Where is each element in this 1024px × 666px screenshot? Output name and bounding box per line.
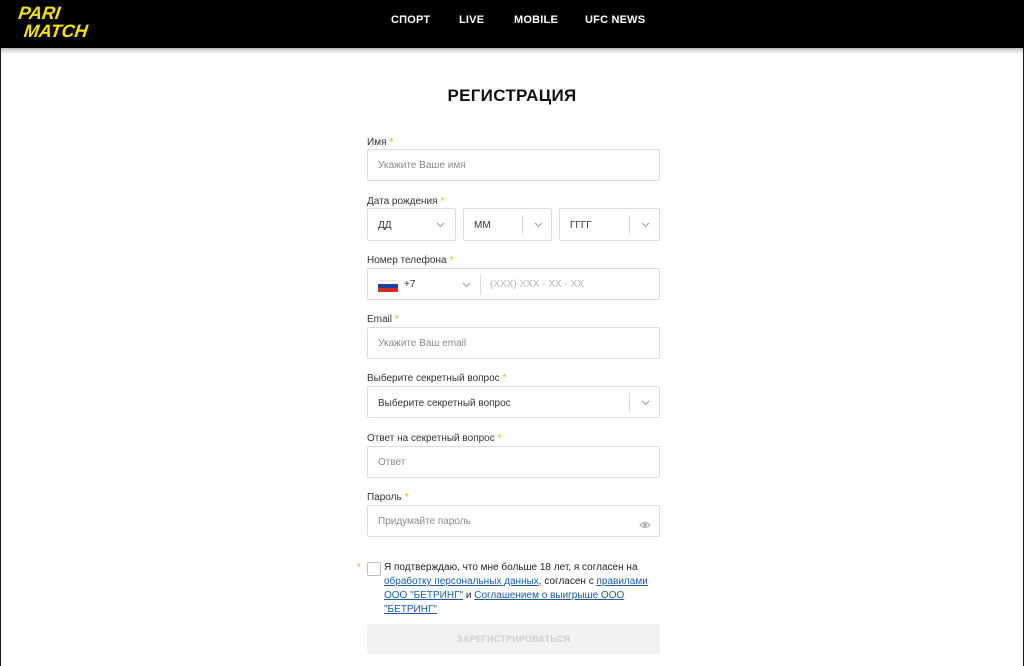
register-button[interactable]: ЗАРЕГИСТРИРОВАТЬСЯ bbox=[367, 624, 660, 654]
parimatch-logo[interactable]: PARI MATCH bbox=[17, 3, 128, 41]
phone-input[interactable]: (XXX) XXX - XX - XX bbox=[490, 279, 584, 290]
chevron-down-icon bbox=[641, 398, 650, 407]
phone-divider bbox=[480, 275, 481, 295]
eye-icon[interactable] bbox=[639, 517, 651, 528]
email-placeholder: Укажите Ваш email bbox=[378, 338, 467, 349]
select-divider bbox=[522, 215, 523, 235]
phone-label: Номер телефона * bbox=[367, 255, 454, 266]
dob-day-value: ДД bbox=[378, 220, 392, 231]
password-input[interactable]: Придумайте пароль bbox=[367, 505, 660, 537]
content-top-shadow bbox=[0, 48, 1024, 54]
email-label: Email * bbox=[367, 314, 399, 325]
dob-year-value: ГГГГ bbox=[570, 220, 592, 231]
name-label: Имя * bbox=[367, 137, 394, 148]
svg-text:PARI: PARI bbox=[18, 3, 63, 23]
select-divider bbox=[629, 393, 630, 413]
country-code[interactable]: +7 bbox=[404, 279, 415, 290]
phone-field: +7 (XXX) XXX - XX - XX bbox=[367, 268, 660, 300]
dob-year-select[interactable]: ГГГГ bbox=[559, 208, 660, 241]
chevron-down-icon bbox=[436, 220, 445, 229]
russia-flag-icon bbox=[378, 280, 398, 292]
password-label: Пароль * bbox=[367, 492, 409, 503]
nav-sport[interactable]: СПОРТ bbox=[391, 14, 430, 26]
nav-ufc-news[interactable]: UFC NEWS bbox=[585, 14, 645, 26]
svg-text:MATCH: MATCH bbox=[23, 21, 90, 41]
chevron-down-icon bbox=[534, 220, 543, 229]
name-input[interactable]: Укажите Ваше имя bbox=[367, 149, 660, 181]
chevron-down-icon[interactable] bbox=[462, 280, 471, 289]
name-placeholder: Укажите Ваше имя bbox=[378, 160, 466, 171]
secret-question-value: Выберите секретный вопрос bbox=[378, 398, 511, 409]
dob-month-value: ММ bbox=[474, 220, 491, 231]
nav-mobile[interactable]: MOBILE bbox=[514, 14, 558, 26]
chevron-down-icon bbox=[641, 220, 650, 229]
password-placeholder: Придумайте пароль bbox=[378, 516, 471, 527]
email-input[interactable]: Укажите Ваш email bbox=[367, 327, 660, 359]
terms-checkbox[interactable] bbox=[367, 562, 381, 576]
personal-data-link[interactable]: обработку персональных данных bbox=[384, 576, 539, 587]
terms-required-mark: * bbox=[357, 562, 361, 573]
dob-label: Дата рождения * bbox=[367, 196, 445, 207]
secret-answer-placeholder: Ответ bbox=[378, 457, 406, 468]
terms-text: Я подтверждаю, что мне больше 18 лет, я … bbox=[384, 562, 648, 615]
nav-live[interactable]: LIVE bbox=[459, 14, 484, 26]
dob-month-select[interactable]: ММ bbox=[463, 208, 552, 241]
select-divider bbox=[629, 215, 630, 235]
content-left-border bbox=[0, 48, 1, 666]
secret-answer-label: Ответ на секретный вопрос * bbox=[367, 433, 502, 444]
dob-day-select[interactable]: ДД bbox=[367, 208, 456, 241]
top-navigation-bar: PARI MATCH СПОРТ LIVE MOBILE UFC NEWS bbox=[0, 0, 1024, 48]
secret-answer-input[interactable]: Ответ bbox=[367, 446, 660, 478]
page-title: РЕГИСТРАЦИЯ bbox=[447, 86, 577, 105]
secret-question-label: Выберите секретный вопрос * bbox=[367, 373, 507, 384]
secret-question-select[interactable]: Выберите секретный вопрос bbox=[367, 386, 660, 418]
